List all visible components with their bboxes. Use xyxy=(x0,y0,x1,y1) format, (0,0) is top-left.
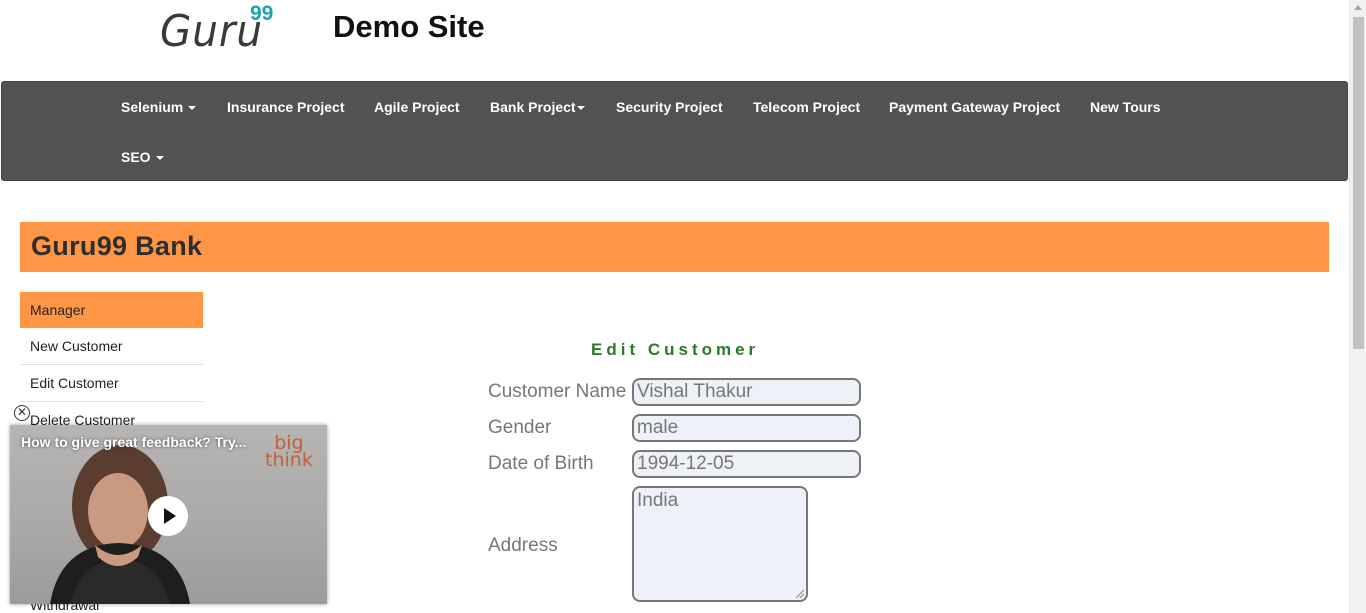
nav-seo[interactable]: SEO xyxy=(121,149,164,165)
dob-field[interactable] xyxy=(632,450,861,478)
bank-banner: Guru99 Bank xyxy=(20,222,1329,272)
nav-new-tours[interactable]: New Tours xyxy=(1090,99,1161,115)
bank-title: Guru99 Bank xyxy=(31,231,203,261)
scrollbar-thumb[interactable] xyxy=(1353,17,1364,349)
address-value: India xyxy=(637,490,679,511)
video-player[interactable]: How to give great feedback? Try... big t… xyxy=(10,425,327,604)
nav-selenium[interactable]: Selenium xyxy=(121,99,197,115)
brand-line-2: think xyxy=(265,449,313,471)
close-circle-icon[interactable]: ✕ xyxy=(14,405,30,421)
nav-label: SEO xyxy=(121,149,151,165)
customer-name-field[interactable] xyxy=(632,378,861,406)
nav-agile-project[interactable]: Agile Project xyxy=(374,99,460,115)
customer-name-label: Customer Name xyxy=(488,381,627,402)
form-heading: Edit Customer xyxy=(591,340,760,359)
caret-down-icon xyxy=(188,106,197,111)
nav-label: Payment Gateway Project xyxy=(889,99,1061,115)
nav-security-project[interactable]: Security Project xyxy=(616,99,723,115)
bigthink-logo: big think xyxy=(265,434,313,471)
nav-payment-gateway-project[interactable]: Payment Gateway Project xyxy=(889,99,1060,115)
address-label: Address xyxy=(488,535,558,556)
nav-label: Selenium xyxy=(121,99,184,115)
gender-label: Gender xyxy=(488,417,552,438)
nav-bank-project[interactable]: Bank Project xyxy=(490,99,585,115)
scroll-up-arrow-icon[interactable] xyxy=(1354,5,1362,10)
nav-label: Security Project xyxy=(616,99,723,115)
main-navbar: Selenium Insurance Project Agile Project… xyxy=(1,81,1348,181)
play-icon[interactable] xyxy=(148,496,188,536)
page-scrollbar[interactable] xyxy=(1349,0,1366,613)
site-header: Guru 99 Demo Site xyxy=(0,0,1350,80)
address-field[interactable]: India xyxy=(632,486,808,602)
resize-grip-icon[interactable] xyxy=(796,590,804,598)
nav-insurance-project[interactable]: Insurance Project xyxy=(227,99,345,115)
dob-label: Date of Birth xyxy=(488,453,594,474)
caret-down-icon xyxy=(155,156,164,161)
nav-label: Telecom Project xyxy=(753,99,861,115)
gender-field[interactable] xyxy=(632,414,861,442)
video-title: How to give great feedback? Try... xyxy=(21,434,247,450)
logo-superscript: 99 xyxy=(250,2,274,25)
nav-label: New Tours xyxy=(1090,99,1161,115)
logo-word: Guru xyxy=(160,6,264,57)
caret-down-icon xyxy=(576,106,585,111)
nav-label: Agile Project xyxy=(374,99,460,115)
manager-sidebar: Manager New Customer Edit Customer Delet… xyxy=(20,292,203,439)
site-title: Demo Site xyxy=(333,9,485,44)
nav-label: Insurance Project xyxy=(227,99,345,115)
nav-telecom-project[interactable]: Telecom Project xyxy=(753,99,860,115)
nav-label: Bank Project xyxy=(490,99,576,115)
sidebar-item-new-customer[interactable]: New Customer xyxy=(20,328,203,365)
sidebar-item-edit-customer[interactable]: Edit Customer xyxy=(20,365,203,402)
sidebar-item-manager[interactable]: Manager xyxy=(20,292,203,328)
